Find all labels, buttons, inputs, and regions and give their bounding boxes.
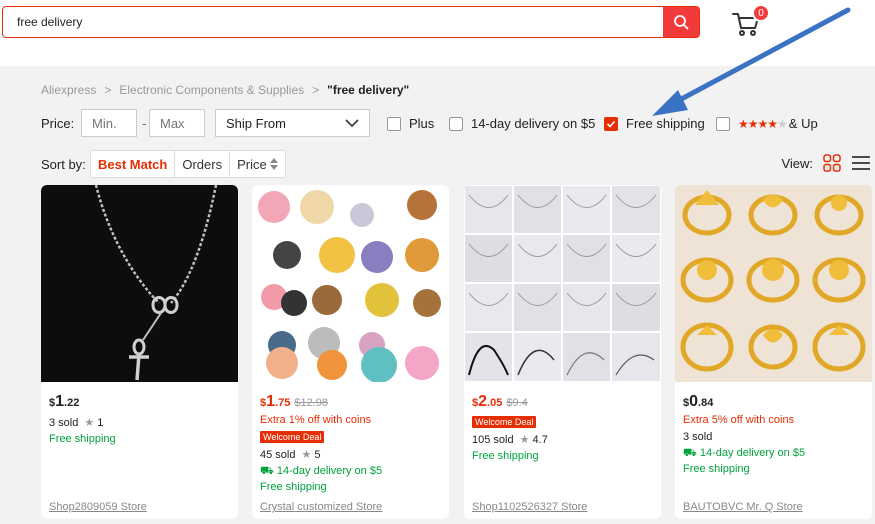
sort-arrows-icon: [269, 158, 278, 170]
free-shipping-label: Free shipping: [626, 116, 705, 131]
store-link[interactable]: Crystal customized Store: [260, 501, 382, 513]
price-max-input[interactable]: [149, 109, 205, 137]
product-price: $1.22: [49, 393, 80, 410]
filter-bar: Price: - Ship From Plus 14-day delivery …: [41, 108, 871, 138]
check-icon: [606, 120, 616, 128]
view-label: View:: [781, 155, 813, 171]
search-input[interactable]: [3, 7, 663, 37]
cart-button[interactable]: 0: [730, 4, 770, 38]
sold-count: 3 sold ★ 1: [49, 417, 104, 429]
sort-orders[interactable]: Orders: [175, 151, 231, 177]
breadcrumb-separator: >: [312, 83, 320, 97]
delivery-label: ⛟ 14-day delivery on $5: [260, 465, 383, 477]
free-shipping-label: Free shipping: [472, 450, 539, 462]
delivery-label: ⛟ 14-day delivery on $5: [683, 447, 806, 459]
breadcrumb-item-aliexpress[interactable]: Aliexpress: [41, 83, 96, 97]
coins-promo: Extra 5% off with coins: [683, 414, 795, 426]
ship-from-select[interactable]: Ship From: [215, 109, 370, 137]
product-card[interactable]: $1.75 $12.98 Extra 1% off with coins Welc…: [252, 185, 449, 519]
search-bar: [2, 6, 700, 38]
welcome-deal-badge: Welcome Deal: [260, 431, 325, 443]
sold-count: 3 sold: [683, 431, 713, 443]
product-image[interactable]: [464, 185, 661, 382]
gold-rings-image: [680, 190, 866, 372]
search-button[interactable]: [663, 7, 699, 37]
necklace-grid-image: [464, 185, 661, 382]
cart-count-badge: 0: [752, 4, 770, 22]
product-info: $1.22 3 sold ★ 1 Free shipping Shop280905…: [41, 382, 238, 519]
ship-from-label: Ship From: [226, 115, 286, 131]
product-image[interactable]: [675, 185, 872, 382]
product-info: $0.84 Extra 5% off with coins 3 sold ⛟ 1…: [675, 382, 872, 519]
product-price: $2.05 $9.4: [472, 393, 528, 410]
store-link[interactable]: Shop2809059 Store: [49, 501, 147, 513]
sort-label: Sort by:: [41, 157, 86, 172]
free-shipping-checkbox[interactable]: [604, 116, 618, 131]
store-link[interactable]: Shop1102526327 Store: [472, 501, 587, 513]
free-shipping-filter[interactable]: Free shipping: [604, 116, 705, 131]
star-icon: ★: [519, 434, 530, 446]
rating-stars-icon: ★★★★★: [738, 116, 788, 131]
sort-best-match[interactable]: Best Match: [91, 151, 176, 177]
coins-promo: Extra 1% off with coins: [260, 414, 372, 426]
sort-price-label: Price: [237, 156, 267, 172]
star-icon: ★: [84, 417, 95, 429]
sort-options: Best Match Orders Price: [90, 150, 286, 178]
chevron-down-icon: [345, 119, 359, 128]
price-label: Price:: [41, 116, 75, 131]
sort-price[interactable]: Price: [230, 151, 285, 177]
product-price: $1.75 $12.98: [260, 393, 328, 410]
sold-count: 105 sold ★ 4.7: [472, 434, 548, 446]
view-switcher: View:: [781, 154, 871, 172]
sold-count: 45 sold ★ 5: [260, 449, 321, 461]
product-card[interactable]: $1.22 3 sold ★ 1 Free shipping Shop280905…: [41, 185, 238, 519]
star-icon: ★: [301, 449, 312, 461]
original-price: $9.4: [506, 397, 528, 409]
header: 0: [0, 0, 875, 66]
free-shipping-label: Free shipping: [683, 463, 750, 475]
plus-checkbox[interactable]: [387, 116, 401, 131]
breadcrumb-separator: >: [104, 83, 112, 97]
list-view-icon[interactable]: [851, 154, 871, 172]
rating-up-label: & Up: [788, 116, 818, 131]
grid-view-icon[interactable]: [823, 154, 841, 172]
truck-icon: ⛟: [683, 447, 697, 459]
rating-filter[interactable]: ★★★★★ & Up: [716, 116, 818, 131]
original-price: $12.98: [294, 397, 328, 409]
free-shipping-label: Free shipping: [49, 433, 116, 445]
store-link[interactable]: BAUTOBVC Mr. Q Store: [683, 501, 803, 513]
welcome-deal-badge: Welcome Deal: [472, 416, 537, 428]
search-icon: [674, 15, 689, 30]
breadcrumb-current: "free delivery": [327, 83, 410, 97]
product-price: $0.84: [683, 393, 714, 410]
plus-label: Plus: [409, 116, 435, 131]
breadcrumb-item-category[interactable]: Electronic Components & Supplies: [119, 83, 304, 97]
sort-bar: Sort by: Best Match Orders Price View:: [41, 150, 871, 178]
breadcrumb: Aliexpress > Electronic Components & Sup…: [41, 83, 409, 97]
product-image[interactable]: [41, 185, 238, 382]
product-card[interactable]: $2.05 $9.4 Welcome Deal 105 sold ★ 4.7 Fre…: [464, 185, 661, 519]
price-min-input[interactable]: [81, 109, 137, 137]
product-info: $1.75 $12.98 Extra 1% off with coins Welc…: [252, 382, 449, 519]
rating-checkbox[interactable]: [716, 116, 730, 131]
plus-filter[interactable]: Plus: [387, 116, 434, 131]
product-info: $2.05 $9.4 Welcome Deal 105 sold ★ 4.7 Fre…: [464, 382, 661, 519]
delivery-14-filter[interactable]: 14-day delivery on $5: [449, 116, 595, 131]
delivery-14-label: 14-day delivery on $5: [471, 116, 596, 131]
necklace-image: [94, 185, 218, 381]
cartoon-usb-image: [258, 190, 441, 382]
price-dash: -: [142, 116, 147, 131]
product-image[interactable]: [252, 185, 449, 382]
product-card[interactable]: $0.84 Extra 5% off with coins 3 sold ⛟ 1…: [675, 185, 872, 519]
truck-icon: ⛟: [260, 465, 274, 477]
delivery-14-checkbox[interactable]: [449, 116, 463, 131]
free-shipping-label: Free shipping: [260, 481, 327, 493]
